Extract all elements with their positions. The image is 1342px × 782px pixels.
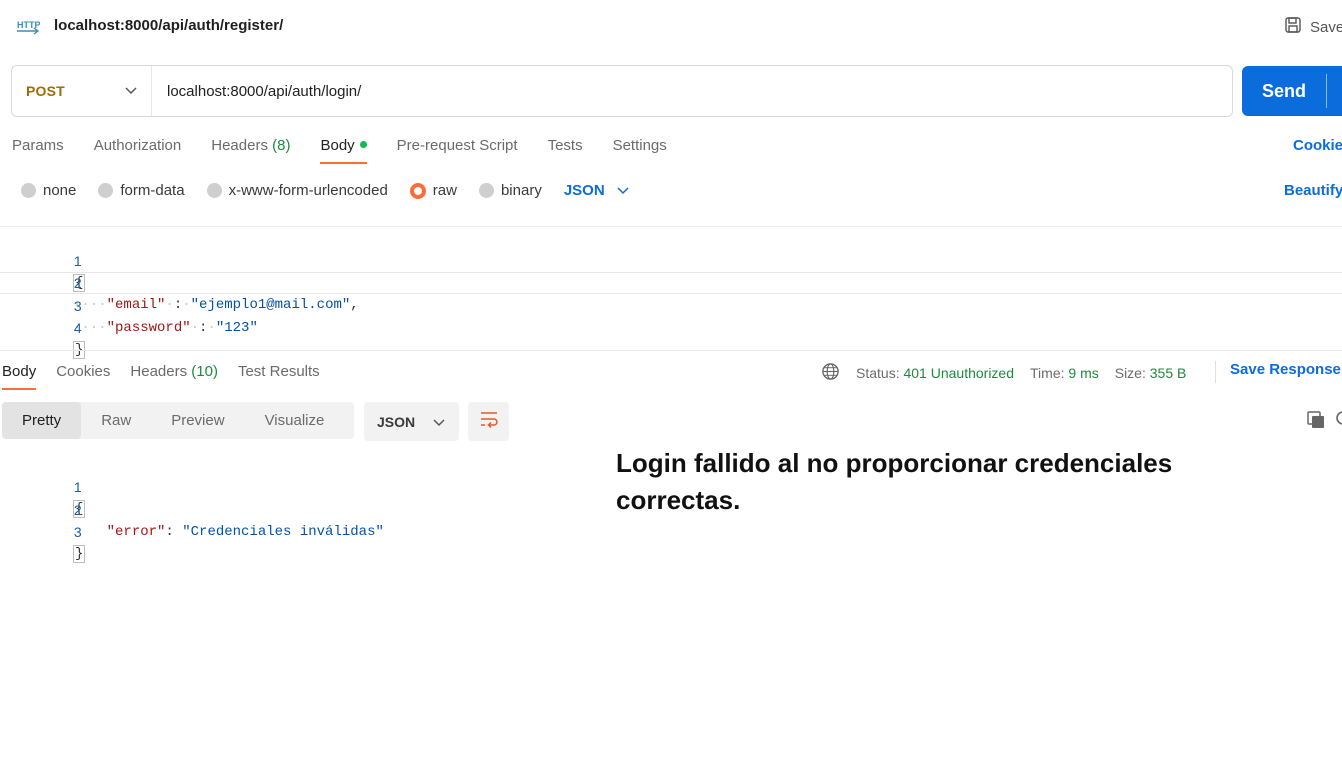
radio-binary[interactable]: binary	[478, 182, 542, 199]
headers-count: (8)	[272, 137, 291, 154]
tab-tests[interactable]: Tests	[548, 137, 583, 164]
tab-response-headers[interactable]: Headers (10)	[130, 363, 218, 390]
cookies-link[interactable]: Cookies	[1293, 137, 1342, 154]
tab-headers[interactable]: Headers (8)	[211, 137, 290, 164]
response-meta: Status: 401 Unauthorized Time: 9 ms Size…	[821, 362, 1202, 384]
tab-test-results[interactable]: Test Results	[238, 363, 320, 390]
send-label: Send	[1262, 80, 1307, 101]
request-body-editor[interactable]: 1 { 2 ····"email"·:·"ejemplo1@mail.com",…	[0, 226, 1342, 359]
globe-icon[interactable]	[821, 362, 840, 384]
tab-body[interactable]: Body	[320, 137, 367, 164]
size-text[interactable]: Size: 355 B	[1115, 365, 1187, 381]
wrap-lines-icon	[479, 410, 499, 433]
radio-circle	[206, 183, 222, 198]
view-mode-preview[interactable]: Preview	[151, 402, 244, 439]
time-value: 9 ms	[1068, 365, 1099, 381]
save-label: Save	[1310, 18, 1342, 36]
code-line: 1 {	[73, 479, 86, 518]
response-tabs: Body Cookies Headers (10) Test Results	[2, 363, 340, 390]
status-value: 401 Unauthorized	[903, 365, 1015, 381]
beautify-button[interactable]: Beautify	[1284, 182, 1342, 199]
radio-circle-selected	[409, 182, 426, 199]
radio-circle	[21, 183, 36, 198]
view-mode-visualize[interactable]: Visualize	[245, 402, 345, 439]
method-label: POST	[26, 83, 65, 99]
chevron-down-icon	[617, 182, 629, 199]
code-line: 2 ····"email"·:·"ejemplo1@mail.com",	[73, 275, 359, 313]
http-icon: HTTP	[16, 16, 41, 36]
view-mode-tabs: Pretty Raw Preview Visualize	[2, 402, 354, 439]
code-line: 3 }	[73, 524, 86, 563]
tab-authorization[interactable]: Authorization	[94, 137, 182, 164]
radio-circle	[98, 183, 114, 198]
body-type-selector: none form-data x-www-form-urlencoded raw…	[21, 182, 629, 199]
chevron-down-icon	[433, 414, 445, 430]
url-input[interactable]: localhost:8000/api/auth/login/	[152, 83, 361, 100]
time-text[interactable]: Time: 9 ms	[1030, 365, 1099, 381]
radio-none[interactable]: none	[21, 182, 76, 199]
copy-icon[interactable]	[1306, 410, 1326, 435]
chevron-down-icon	[125, 82, 137, 100]
search-icon[interactable]	[1334, 410, 1342, 435]
request-tabs: Params Authorization Headers (8) Body Pr…	[12, 137, 697, 164]
code-line: 2 "error": "Credenciales inválidas"	[73, 502, 384, 540]
tab-response-cookies[interactable]: Cookies	[56, 363, 110, 390]
response-headers-count: (10)	[191, 363, 218, 380]
tab-settings[interactable]: Settings	[613, 137, 667, 164]
response-format-select[interactable]: JSON	[364, 402, 459, 441]
code-line: 1 {	[73, 253, 86, 292]
method-select[interactable]: POST	[12, 66, 152, 116]
tab-pre-request-script[interactable]: Pre-request Script	[397, 137, 518, 164]
size-value: 355 B	[1149, 365, 1187, 381]
body-format-select[interactable]: JSON	[564, 182, 629, 199]
pane-divider[interactable]	[0, 350, 1342, 351]
save-icon	[1284, 16, 1302, 38]
url-bar: POST localhost:8000/api/auth/login/	[11, 65, 1233, 117]
code-line: 4 }	[73, 320, 86, 359]
body-indicator-dot	[359, 141, 367, 148]
request-name[interactable]: localhost:8000/api/auth/register/	[54, 17, 283, 34]
view-mode-raw[interactable]: Raw	[81, 402, 151, 439]
status-text[interactable]: Status: 401 Unauthorized	[856, 365, 1014, 381]
response-body-viewer[interactable]: 1 { 2 "error": "Credenciales inválidas" …	[0, 454, 600, 563]
send-dropdown-divider	[1326, 74, 1327, 108]
code-line-current: 3 ····"password"·:·"123"	[0, 272, 1342, 336]
tab-params[interactable]: Params	[12, 137, 64, 164]
wrap-lines-button[interactable]	[468, 402, 509, 441]
radio-x-www-form-urlencoded[interactable]: x-www-form-urlencoded	[206, 182, 388, 199]
send-button[interactable]: Send	[1242, 66, 1342, 116]
radio-circle	[478, 183, 494, 198]
radio-form-data[interactable]: form-data	[98, 182, 185, 199]
save-response-button[interactable]: Save Response	[1215, 361, 1341, 383]
tab-response-body[interactable]: Body	[2, 363, 37, 390]
save-button[interactable]: Save	[1284, 16, 1342, 38]
radio-raw[interactable]: raw	[409, 182, 457, 199]
svg-text:HTTP: HTTP	[17, 20, 40, 30]
annotation-text: Login fallido al no proporcionar credenc…	[616, 448, 1173, 515]
view-mode-pretty[interactable]: Pretty	[2, 402, 82, 439]
